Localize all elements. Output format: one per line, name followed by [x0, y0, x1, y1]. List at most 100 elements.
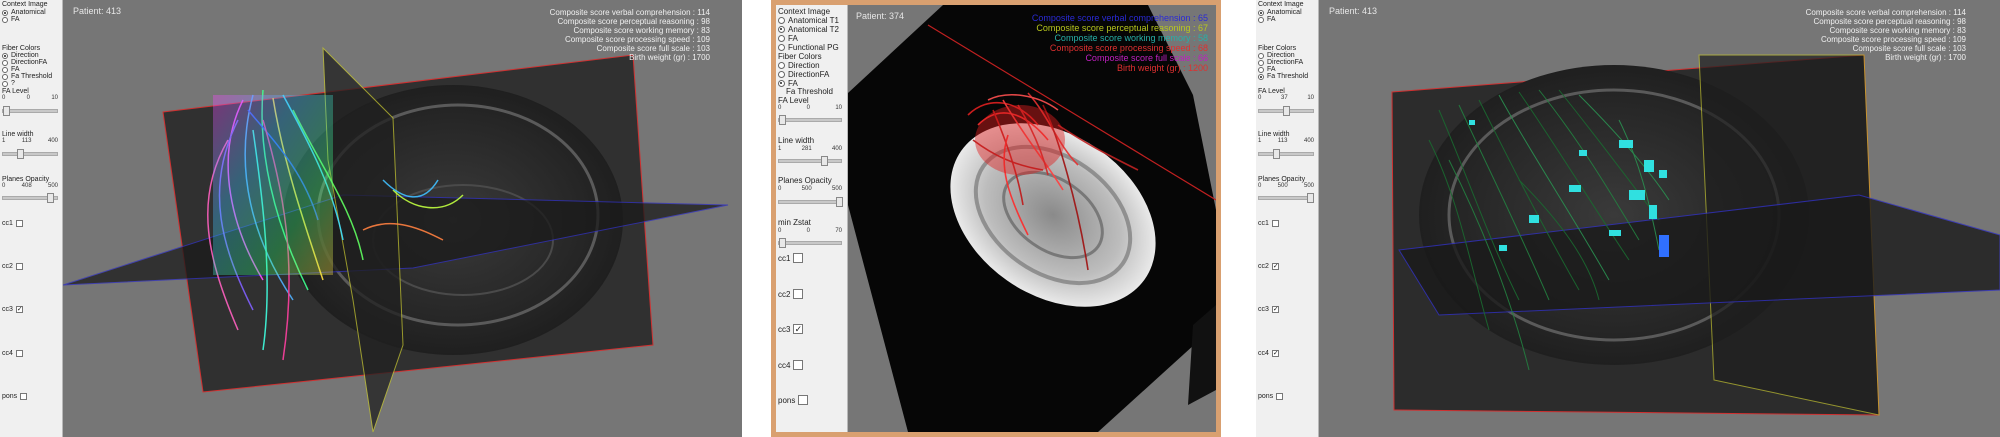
checkbox-cc2[interactable]: cc2	[778, 289, 804, 299]
radio-button[interactable]	[778, 17, 785, 24]
checkbox-cc4[interactable]: cc4	[778, 360, 804, 370]
checkbox[interactable]	[793, 289, 804, 299]
slider-thumb[interactable]	[821, 156, 828, 166]
radio-button[interactable]	[1258, 52, 1264, 59]
checkbox[interactable]	[15, 350, 23, 357]
3d-viewport[interactable]: Patient: 413 Composite score verbal comp…	[63, 0, 742, 437]
radio-anatomical-t1[interactable]: Anatomical T1	[778, 16, 839, 25]
checkbox-cc1[interactable]: cc1	[1258, 220, 1279, 227]
checkbox-cc3[interactable]: cc3 ✓	[778, 324, 804, 334]
radio-button[interactable]	[778, 44, 785, 51]
planes-opacity-slider[interactable]	[1258, 193, 1314, 203]
slider-value: 0	[26, 95, 30, 101]
app-window-2: Context Image Anatomical T1 Anatomical T…	[771, 0, 1221, 437]
radio-fa-color[interactable]: FA	[2, 66, 20, 73]
radio-fa[interactable]: FA	[2, 16, 20, 23]
checkbox[interactable]: ✓	[1271, 350, 1279, 357]
planes-opacity-slider[interactable]	[2, 193, 58, 203]
checkbox-label: cc2	[1258, 263, 1269, 270]
checkbox[interactable]: ✓	[15, 306, 23, 313]
radio-button[interactable]	[1258, 66, 1264, 73]
radio-button[interactable]	[778, 80, 785, 87]
radio-fa-threshold[interactable]: Fa Threshold	[1258, 73, 1308, 80]
radio-direction[interactable]: Direction	[778, 61, 820, 70]
slider-thumb[interactable]	[779, 238, 786, 248]
radio-button[interactable]	[2, 16, 8, 23]
checkbox[interactable]: ✓	[793, 324, 804, 334]
radio-directionfa[interactable]: DirectionFA	[778, 70, 829, 79]
radio-fa-threshold[interactable]: Fa Threshold	[2, 73, 52, 80]
checkbox-cc4[interactable]: cc4	[2, 350, 23, 357]
radio-fa[interactable]: FA	[1258, 16, 1276, 23]
checkbox[interactable]	[1271, 220, 1279, 227]
radio-button[interactable]	[2, 52, 8, 59]
radio-direction[interactable]: Direction	[2, 52, 39, 59]
checkbox-pons[interactable]: pons	[2, 393, 28, 400]
slider-thumb[interactable]	[836, 197, 843, 207]
checkbox[interactable]	[1276, 393, 1284, 400]
radio-button[interactable]	[2, 73, 8, 80]
radio-directionfa[interactable]: DirectionFA	[1258, 59, 1303, 66]
fa-level-slider[interactable]	[1258, 106, 1314, 116]
fa-level-slider[interactable]	[2, 106, 58, 116]
slider-thumb[interactable]	[3, 106, 10, 116]
slider-value: 0	[806, 228, 810, 234]
radio-direction[interactable]: Direction	[1258, 52, 1295, 59]
checkbox-cc3[interactable]: cc3 ✓	[2, 306, 23, 313]
checkbox-cc2[interactable]: cc2	[2, 263, 23, 270]
slider-thumb[interactable]	[779, 115, 786, 125]
slider-thumb[interactable]	[1283, 106, 1290, 116]
checkbox-cc2[interactable]: cc2 ✓	[1258, 263, 1279, 270]
checkbox[interactable]: ✓	[1271, 263, 1279, 270]
radio-button[interactable]	[2, 59, 8, 66]
line-width-values: 1 113 400	[2, 138, 58, 144]
radio-button[interactable]	[2, 9, 8, 16]
checkbox-cc1[interactable]: cc1	[778, 253, 804, 263]
radio-fa[interactable]: FA	[778, 34, 798, 43]
checkbox-pons[interactable]: pons	[1258, 393, 1284, 400]
radio-fa-threshold[interactable]: Fa Threshold	[786, 87, 833, 96]
radio-anatomical-t2[interactable]: Anatomical T2	[778, 25, 839, 34]
radio-functional[interactable]: Functional PG	[778, 43, 839, 52]
checkbox[interactable]	[20, 393, 28, 400]
checkbox[interactable]	[15, 220, 23, 227]
radio-button[interactable]	[2, 66, 8, 73]
slider-min: 0	[778, 105, 782, 111]
checkbox-cc4[interactable]: cc4 ✓	[1258, 350, 1279, 357]
min-zstat-slider[interactable]	[778, 238, 842, 248]
radio-other[interactable]: ?	[2, 80, 15, 87]
radio-button[interactable]	[778, 62, 785, 69]
radio-button[interactable]	[1258, 59, 1264, 66]
checkbox-cc3[interactable]: cc3 ✓	[1258, 306, 1279, 313]
radio-anatomical[interactable]: Anatomical	[1258, 9, 1302, 16]
checkbox[interactable]	[793, 360, 804, 370]
slider-thumb[interactable]	[1307, 193, 1314, 203]
checkbox[interactable]	[798, 395, 809, 405]
line-width-slider[interactable]	[1258, 149, 1314, 159]
radio-button[interactable]	[1258, 9, 1264, 16]
slider-thumb[interactable]	[1273, 149, 1280, 159]
context-image-label: Context Image	[778, 7, 831, 16]
radio-button[interactable]	[2, 80, 8, 87]
slider-thumb[interactable]	[47, 193, 54, 203]
checkbox[interactable]: ✓	[1271, 306, 1279, 313]
checkbox[interactable]	[15, 263, 23, 270]
line-width-slider[interactable]	[778, 156, 842, 166]
checkbox[interactable]	[793, 253, 804, 263]
checkbox-cc1[interactable]: cc1	[2, 220, 23, 227]
fa-level-slider[interactable]	[778, 115, 842, 125]
radio-button[interactable]	[1258, 16, 1264, 23]
planes-opacity-slider[interactable]	[778, 197, 843, 207]
radio-button[interactable]	[778, 26, 785, 33]
radio-anatomical[interactable]: Anatomical	[2, 9, 46, 16]
line-width-slider[interactable]	[2, 149, 58, 159]
3d-viewport[interactable]: Patient: 374 Composite score verbal comp…	[848, 5, 1216, 432]
3d-viewport[interactable]: Patient: 413 Composite score verbal comp…	[1319, 0, 2000, 437]
slider-thumb[interactable]	[17, 149, 24, 159]
radio-button[interactable]	[778, 35, 785, 42]
radio-button[interactable]	[778, 71, 785, 78]
checkbox-pons[interactable]: pons	[778, 395, 809, 405]
radio-fa-color[interactable]: FA	[1258, 66, 1276, 73]
radio-directionfa[interactable]: DirectionFA	[2, 59, 47, 66]
radio-button[interactable]	[1258, 73, 1264, 80]
